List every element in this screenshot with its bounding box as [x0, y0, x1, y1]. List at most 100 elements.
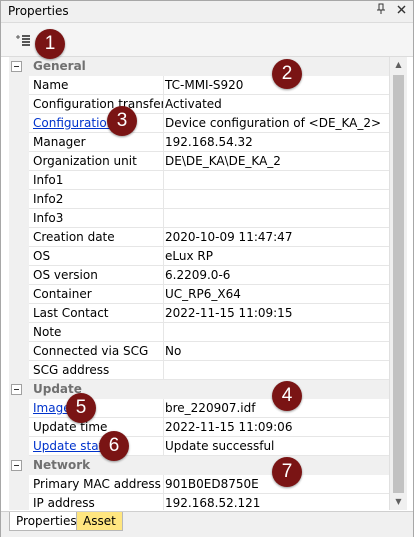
- image-link[interactable]: Image: [29, 399, 164, 418]
- property-row[interactable]: Update time 2022-11-15 11:09:06: [9, 418, 389, 437]
- property-row[interactable]: Configuration transfer Activated: [9, 95, 389, 114]
- properties-panel: Properties General Name TC-MMI-S920 Conf…: [0, 0, 414, 537]
- property-name: Connected via SCG: [29, 342, 164, 361]
- annotation-badge: 3: [107, 106, 137, 136]
- property-name: Update time: [29, 418, 164, 437]
- row-gutter: [9, 361, 29, 380]
- row-gutter: [9, 152, 29, 171]
- property-row[interactable]: Info3: [9, 209, 389, 228]
- property-row[interactable]: Last Contact 2022-11-15 11:09:15: [9, 304, 389, 323]
- property-value[interactable]: UC_RP6_X64: [160, 285, 389, 304]
- scroll-thumb[interactable]: [393, 75, 404, 493]
- property-value[interactable]: [160, 361, 389, 380]
- property-value[interactable]: DE\DE_KA\DE_KA_2: [160, 152, 389, 171]
- property-value[interactable]: Activated: [160, 95, 389, 114]
- property-row[interactable]: Update state Update successful: [9, 437, 389, 456]
- row-gutter: [9, 114, 29, 133]
- property-row[interactable]: OS version 6.2209.0-6: [9, 266, 389, 285]
- property-value[interactable]: [160, 171, 389, 190]
- property-value[interactable]: Device configuration of <DE_KA_2>: [160, 114, 389, 133]
- property-name: Primary MAC address: [29, 475, 164, 494]
- close-icon[interactable]: [393, 3, 409, 19]
- property-name: OS: [29, 247, 164, 266]
- property-value[interactable]: [160, 323, 389, 342]
- tab-asset[interactable]: Asset: [76, 512, 123, 531]
- categorized-sort-icon[interactable]: [15, 34, 31, 48]
- row-gutter: [9, 304, 29, 323]
- property-row[interactable]: OS eLux RP: [9, 247, 389, 266]
- panel-tabs: Properties Asset: [1, 511, 413, 537]
- property-name: IP address: [29, 494, 164, 510]
- row-gutter: [9, 266, 29, 285]
- row-gutter: [9, 95, 29, 114]
- category-label: Network: [33, 458, 91, 472]
- property-row[interactable]: Primary MAC address 901B0ED8750E: [9, 475, 389, 494]
- category-general[interactable]: General: [9, 57, 389, 76]
- property-row[interactable]: Info2: [9, 190, 389, 209]
- property-value[interactable]: 6.2209.0-6: [160, 266, 389, 285]
- property-row[interactable]: Manager 192.168.54.32: [9, 133, 389, 152]
- scroll-up-icon[interactable]: ▲: [390, 57, 407, 73]
- panel-title: Properties: [8, 4, 69, 18]
- row-gutter: [9, 285, 29, 304]
- row-gutter: [9, 494, 29, 510]
- property-row[interactable]: Creation date 2020-10-09 11:47:47: [9, 228, 389, 247]
- property-name: OS version: [29, 266, 164, 285]
- property-name: Note: [29, 323, 164, 342]
- scroll-down-icon[interactable]: ▼: [390, 494, 407, 510]
- row-gutter: [9, 171, 29, 190]
- property-name: Organization unit: [29, 152, 164, 171]
- row-gutter: [9, 342, 29, 361]
- property-name: Manager: [29, 133, 164, 152]
- property-row[interactable]: Name TC-MMI-S920: [9, 76, 389, 95]
- property-value[interactable]: 2022-11-15 11:09:15: [160, 304, 389, 323]
- row-gutter: [9, 323, 29, 342]
- property-value[interactable]: eLux RP: [160, 247, 389, 266]
- configuration-link[interactable]: Configuration: [29, 114, 164, 133]
- annotation-badge: 7: [272, 457, 302, 487]
- row-gutter: [9, 247, 29, 266]
- property-name: Name: [29, 76, 164, 95]
- row-gutter: [9, 418, 29, 437]
- category-update[interactable]: Update: [9, 380, 389, 399]
- vertical-scrollbar[interactable]: ▲ ▼: [389, 57, 407, 510]
- property-value[interactable]: [160, 190, 389, 209]
- property-row[interactable]: Container UC_RP6_X64: [9, 285, 389, 304]
- property-name: Last Contact: [29, 304, 164, 323]
- row-gutter: [9, 209, 29, 228]
- row-gutter: [9, 190, 29, 209]
- property-row[interactable]: SCG address: [9, 361, 389, 380]
- property-name: SCG address: [29, 361, 164, 380]
- title-bar: Properties: [1, 1, 413, 23]
- pin-icon[interactable]: [373, 3, 389, 19]
- row-gutter: [9, 76, 29, 95]
- property-name: Info3: [29, 209, 164, 228]
- category-label: General: [33, 59, 86, 73]
- row-gutter: [9, 437, 29, 456]
- property-value[interactable]: 2022-11-15 11:09:06: [160, 418, 389, 437]
- annotation-badge: 6: [99, 431, 129, 461]
- property-row[interactable]: Note: [9, 323, 389, 342]
- property-row[interactable]: Configuration Device configuration of <D…: [9, 114, 389, 133]
- property-value[interactable]: 192.168.54.32: [160, 133, 389, 152]
- collapse-icon[interactable]: [11, 460, 22, 471]
- property-row[interactable]: Info1: [9, 171, 389, 190]
- update-state-link[interactable]: Update state: [29, 437, 164, 456]
- collapse-icon[interactable]: [11, 384, 22, 395]
- property-row[interactable]: Organization unit DE\DE_KA\DE_KA_2: [9, 152, 389, 171]
- property-row[interactable]: Connected via SCG No: [9, 342, 389, 361]
- property-value[interactable]: 192.168.52.121: [160, 494, 389, 510]
- row-gutter: [9, 399, 29, 418]
- property-name: Creation date: [29, 228, 164, 247]
- property-value[interactable]: Update successful: [160, 437, 389, 456]
- property-name: Info1: [29, 171, 164, 190]
- property-value[interactable]: [160, 209, 389, 228]
- property-value[interactable]: No: [160, 342, 389, 361]
- row-gutter: [9, 475, 29, 494]
- collapse-icon[interactable]: [11, 61, 22, 72]
- tab-properties[interactable]: Properties: [9, 512, 84, 531]
- category-network[interactable]: Network: [9, 456, 389, 475]
- property-row[interactable]: IP address 192.168.52.121: [9, 494, 389, 510]
- property-name: Configuration transfer: [29, 95, 164, 114]
- property-value[interactable]: 2020-10-09 11:47:47: [160, 228, 389, 247]
